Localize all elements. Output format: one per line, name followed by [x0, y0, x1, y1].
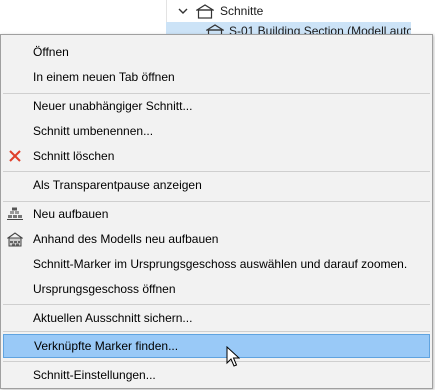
menu-item-label: Anhand des Modells neu aufbauen [33, 232, 219, 246]
menu-item-open-new-tab[interactable]: In einem neuen Tab öffnen [3, 66, 430, 88]
menu-item-label: Schnitt-Einstellungen... [33, 368, 156, 382]
menu-item-show-as-trace[interactable]: Als Transparentpause anzeigen [3, 174, 430, 196]
menu-item-label: Schnitt-Marker im Ursprungsgeschoss ausw… [33, 257, 408, 271]
menu-separator [3, 331, 430, 332]
menu-separator [3, 361, 430, 362]
menu-item-rename-section[interactable]: Schnitt umbenennen... [3, 120, 430, 142]
section-folder-icon [196, 3, 214, 19]
menu-item-label: Verknüpfte Marker finden... [34, 339, 179, 353]
menu-item-label: Als Transparentpause anzeigen [33, 178, 202, 192]
rebuild-from-model-icon [7, 231, 23, 247]
menu-item-delete-section[interactable]: Schnitt löschen [3, 145, 430, 167]
screen: Schnitte S-01 Building Section (Modell a… [0, 0, 435, 390]
menu-item-label: Aktuellen Ausschnitt sichern... [33, 311, 193, 325]
menu-item-save-current-view[interactable]: Aktuellen Ausschnitt sichern... [3, 307, 430, 329]
menu-item-rebuild[interactable]: Neu aufbauen [3, 203, 430, 225]
context-menu: Öffnen In einem neuen Tab öffnen Neuer u… [0, 34, 433, 389]
menu-item-label: Schnitt umbenennen... [33, 124, 154, 138]
menu-separator [3, 171, 430, 172]
menu-separator [3, 93, 430, 94]
menu-item-rebuild-from-model[interactable]: Anhand des Modells neu aufbauen [3, 228, 430, 250]
menu-separator [3, 304, 430, 305]
delete-x-icon [7, 148, 23, 164]
tree-item-schnitte[interactable]: Schnitte [176, 0, 263, 22]
mouse-cursor-icon [226, 346, 240, 367]
menu-item-label: Schnitt löschen [33, 149, 115, 163]
chevron-down-icon[interactable] [176, 4, 190, 18]
rebuild-icon [7, 206, 23, 222]
menu-item-new-independent-section[interactable]: Neuer unabhängiger Schnitt... [3, 95, 430, 117]
menu-item-label: Öffnen [33, 45, 69, 59]
menu-separator [3, 201, 430, 202]
menu-item-open-source-story[interactable]: Ursprungsgeschoss öffnen [3, 278, 430, 300]
menu-item-section-settings[interactable]: Schnitt-Einstellungen... [3, 364, 430, 386]
menu-item-label: In einem neuen Tab öffnen [33, 70, 175, 84]
menu-item-label: Neu aufbauen [33, 207, 109, 221]
menu-item-label: Neuer unabhängiger Schnitt... [33, 99, 193, 113]
menu-item-label: Ursprungsgeschoss öffnen [33, 282, 176, 296]
menu-item-select-marker-and-zoom[interactable]: Schnitt-Marker im Ursprungsgeschoss ausw… [3, 253, 430, 275]
menu-item-find-linked-markers[interactable]: Verknüpfte Marker finden... [3, 334, 430, 358]
menu-item-open[interactable]: Öffnen [3, 41, 430, 63]
tree-item-label: Schnitte [220, 4, 264, 18]
